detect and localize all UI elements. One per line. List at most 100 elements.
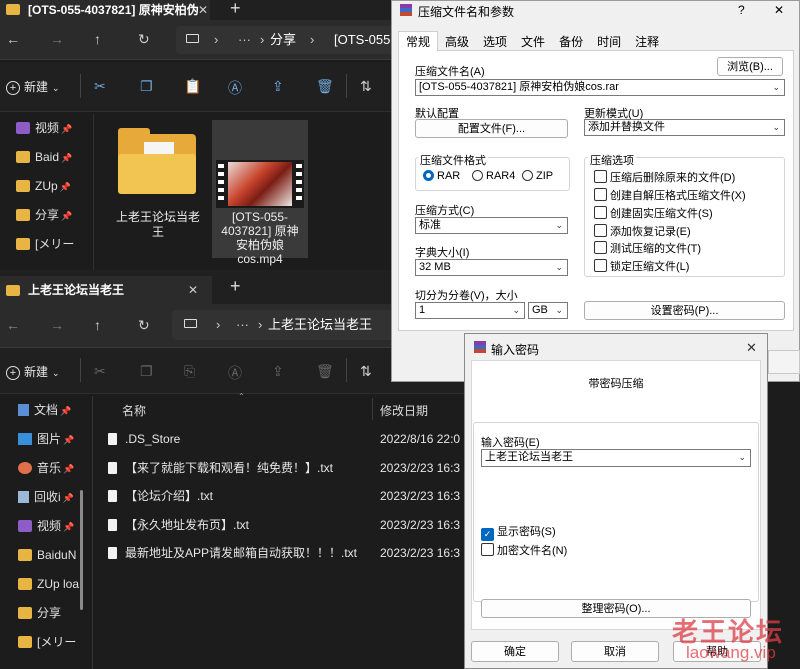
update-mode-select[interactable]: 添加并替换文件 ⌄: [584, 119, 785, 136]
tab-options[interactable]: 选项: [476, 32, 514, 52]
sidebar-item-videos[interactable]: 视频 📌: [0, 512, 90, 541]
delete-icon[interactable]: 🗑: [316, 363, 334, 380]
cancel-button[interactable]: 取消: [571, 641, 659, 662]
breadcrumb-current[interactable]: 上老王论坛当老王: [268, 310, 372, 340]
cut-icon[interactable]: ✂: [94, 363, 106, 380]
rename-icon[interactable]: Ⓐ: [228, 78, 242, 98]
option-recovery[interactable]: 添加恢复记录(E): [594, 223, 691, 239]
dict-select[interactable]: 32 MB ⌄: [415, 259, 568, 276]
sidebar-item-pictures[interactable]: 图片 📌: [0, 425, 90, 454]
address-bar[interactable]: › ··· › 分享 › [OTS-055-: [176, 26, 396, 54]
help-button[interactable]: ?: [738, 3, 745, 17]
chevron-down-icon[interactable]: ⌄: [772, 80, 780, 95]
tab-top-explorer[interactable]: [OTS-055-4037821] 原神安柏伪: [0, 0, 210, 20]
chevron-down-icon[interactable]: ⌄: [555, 303, 563, 318]
tab-files[interactable]: 文件: [514, 32, 552, 52]
breadcrumb-current[interactable]: [OTS-055-: [334, 26, 395, 54]
column-header-name[interactable]: 名称: [122, 402, 146, 419]
profile-button[interactable]: 配置文件(F)...: [415, 119, 568, 138]
option-delete-after[interactable]: 压缩后删除原来的文件(D): [594, 169, 735, 185]
close-icon[interactable]: ✕: [774, 3, 784, 17]
sidebar-item-share[interactable]: 分享: [0, 599, 90, 628]
more-path-button[interactable]: ···: [238, 26, 251, 54]
archive-name-field[interactable]: [OTS-055-4037821] 原神安柏伪娘cos.rar ⌄: [415, 79, 785, 96]
column-header-date[interactable]: 修改日期: [380, 402, 428, 419]
format-radio-zip[interactable]: ZIP: [522, 170, 553, 182]
option-sfx[interactable]: 创建自解压格式压缩文件(X): [594, 187, 746, 203]
tab-bottom-explorer[interactable]: 上老王论坛当老王: [0, 276, 212, 304]
ok-button[interactable]: 确定: [471, 641, 559, 662]
back-arrow-icon[interactable]: ←: [6, 317, 20, 333]
chevron-down-icon[interactable]: ⌄: [512, 303, 520, 318]
table-row[interactable]: .DS_Store 2022/8/16 22:0: [108, 425, 468, 454]
new-tab-button[interactable]: +: [230, 0, 241, 19]
forward-arrow-icon[interactable]: →: [50, 317, 64, 333]
tab-backup[interactable]: 备份: [552, 32, 590, 52]
browse-button[interactable]: 浏览(B)...: [717, 57, 783, 76]
option-solid[interactable]: 创建固实压缩文件(S): [594, 205, 713, 221]
sidebar-item-videos[interactable]: 视频 📌: [0, 114, 90, 143]
tab-general[interactable]: 常规: [398, 31, 439, 52]
tab-comment[interactable]: 注释: [628, 32, 666, 52]
file-tile-folder[interactable]: 上老王论坛当老王: [108, 120, 206, 260]
refresh-icon[interactable]: ↻: [138, 31, 150, 48]
cut-icon[interactable]: ✂: [94, 78, 106, 95]
table-row[interactable]: 【来了就能下载和观看！纯免费！】.txt 2023/2/23 16:3: [108, 454, 468, 483]
chevron-down-icon[interactable]: ⌄: [738, 450, 746, 465]
tab-close-icon[interactable]: ✕: [198, 0, 208, 20]
sidebar-item-zup[interactable]: ZUp 📌: [0, 172, 90, 201]
sort-icon[interactable]: ⇅: [360, 363, 372, 380]
tab-close-icon[interactable]: ✕: [188, 283, 198, 297]
encrypt-names-checkbox[interactable]: 加密文件名(N): [481, 542, 567, 558]
new-button[interactable]: + 新建 ⌄: [6, 363, 60, 380]
file-tile-video[interactable]: [OTS-055-4037821] 原神安柏伪娘cos.mp4: [212, 120, 308, 266]
sidebar-item-documents[interactable]: 文档 📌: [0, 396, 90, 425]
share-icon[interactable]: ⇪: [272, 363, 284, 380]
format-radio-rar[interactable]: RAR: [423, 170, 460, 182]
table-row[interactable]: 【永久地址发布页】.txt 2023/2/23 16:3: [108, 511, 468, 540]
forward-arrow-icon[interactable]: →: [50, 31, 64, 47]
sidebar-item-share[interactable]: 分享 📌: [0, 201, 90, 230]
format-radio-rar4[interactable]: RAR4: [472, 170, 515, 182]
sidebar-item-merry[interactable]: [メリー: [0, 230, 90, 259]
chevron-down-icon[interactable]: ⌄: [555, 218, 563, 233]
copy-icon[interactable]: ❐: [140, 363, 153, 380]
show-password-checkbox[interactable]: ✓ 显示密码(S): [481, 523, 556, 541]
method-select[interactable]: 标准 ⌄: [415, 217, 568, 234]
tab-time[interactable]: 时间: [590, 32, 628, 52]
sidebar-item-merry[interactable]: [メリー: [0, 628, 90, 657]
password-input[interactable]: 上老王论坛当老王 ⌄: [481, 449, 751, 467]
chevron-down-icon[interactable]: ⌄: [555, 260, 563, 275]
up-arrow-icon[interactable]: ↑: [94, 317, 101, 333]
sidebar-item-zup[interactable]: ZUp loa: [0, 570, 90, 599]
close-icon[interactable]: ✕: [746, 340, 757, 356]
chevron-down-icon[interactable]: ⌄: [772, 120, 780, 135]
new-tab-button[interactable]: +: [230, 276, 241, 297]
option-lock[interactable]: 锁定压缩文件(L): [594, 258, 689, 274]
breadcrumb-share[interactable]: 分享: [270, 26, 296, 54]
paste-icon[interactable]: 📋: [184, 78, 201, 95]
rename-icon[interactable]: Ⓐ: [228, 363, 242, 383]
sidebar-item-baidu[interactable]: BaiduN: [0, 541, 90, 570]
option-test[interactable]: 测试压缩的文件(T): [594, 240, 701, 256]
column-divider[interactable]: [372, 398, 373, 420]
up-arrow-icon[interactable]: ↑: [94, 31, 101, 47]
sidebar-item-recycle-bin[interactable]: 回收i 📌: [0, 483, 90, 512]
sidebar-item-music[interactable]: 音乐 📌: [0, 454, 90, 483]
table-row[interactable]: 最新地址及APP请发邮箱自动获取！！！.txt 2023/2/23 16:3: [108, 539, 468, 568]
more-path-button[interactable]: ···: [236, 310, 249, 340]
copy-icon[interactable]: ❐: [140, 78, 153, 95]
sidebar-item-baidu[interactable]: Baid 📌: [0, 143, 90, 172]
back-arrow-icon[interactable]: ←: [6, 31, 20, 47]
sort-icon[interactable]: ⇅: [360, 78, 372, 95]
split-size-input[interactable]: 1 ⌄: [415, 302, 525, 319]
share-icon[interactable]: ⇪: [272, 78, 284, 95]
set-password-button[interactable]: 设置密码(P)...: [584, 301, 785, 320]
split-unit-select[interactable]: GB ⌄: [528, 302, 568, 319]
paste-icon[interactable]: ⎘: [184, 363, 195, 380]
refresh-icon[interactable]: ↻: [138, 317, 150, 334]
tab-advanced[interactable]: 高级: [438, 32, 476, 52]
new-button[interactable]: + 新建 ⌄: [6, 78, 60, 95]
table-row[interactable]: 【论坛介绍】.txt 2023/2/23 16:3: [108, 482, 468, 511]
delete-icon[interactable]: 🗑: [316, 78, 334, 95]
